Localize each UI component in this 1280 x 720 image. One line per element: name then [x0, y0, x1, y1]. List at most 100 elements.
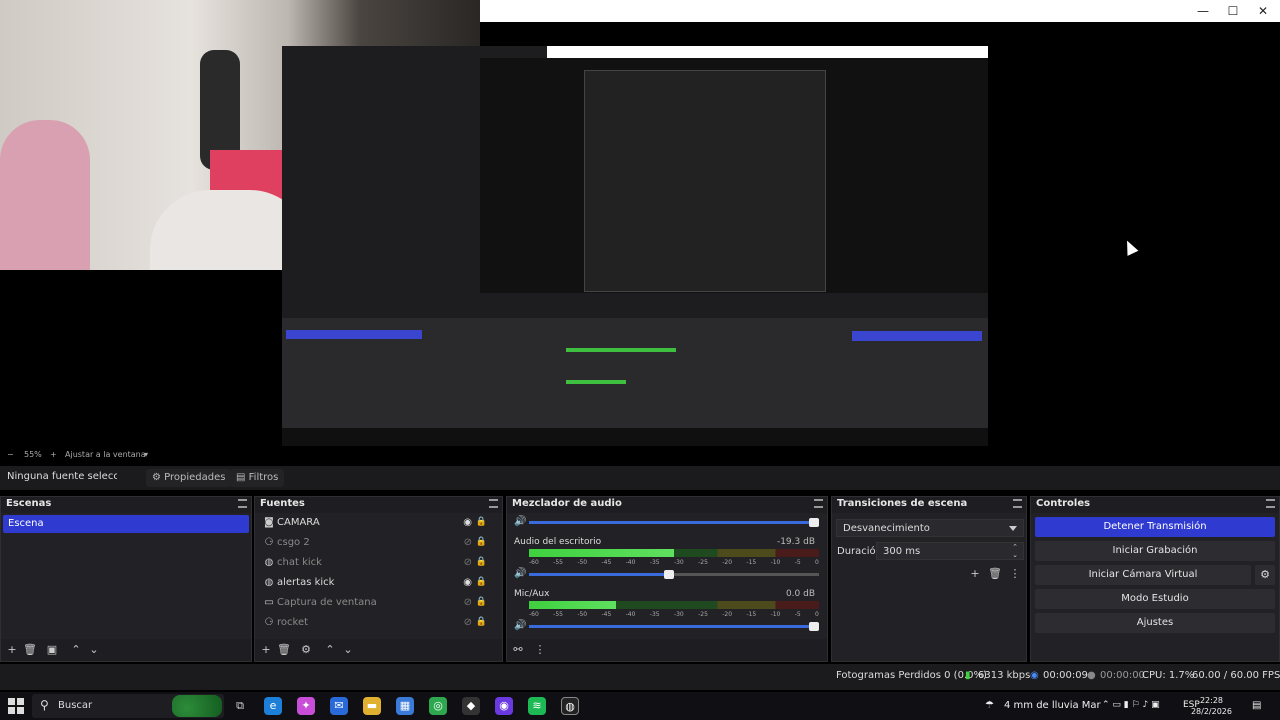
search-highlight-image — [172, 695, 222, 717]
chrome-icon[interactable]: ◎ — [429, 697, 447, 715]
eye-off-icon[interactable]: ⊘ — [464, 557, 472, 568]
source-row[interactable]: ⚆ csgo 2 ⊘ 🔒 — [255, 533, 502, 553]
lock-icon[interactable]: 🔒 — [476, 597, 487, 607]
more-menu-icon[interactable]: ⋮ — [533, 643, 547, 657]
volume-slider[interactable] — [529, 570, 819, 579]
properties-button[interactable]: ⚙ Propiedades — [146, 469, 232, 487]
outlook-icon[interactable]: ✉ — [330, 697, 348, 715]
tray-icons[interactable]: ⌃ ▭ ▮ ⚐ ♪ ▣ — [1102, 700, 1160, 710]
trash-icon[interactable]: 🗑 — [277, 643, 291, 657]
maximize-button[interactable]: ☐ — [1225, 3, 1241, 19]
zoom-dropdown-icon[interactable]: ▾ — [144, 450, 148, 459]
more-menu-icon[interactable]: ⋮ — [1008, 567, 1022, 581]
mixer-channel: Mic/Aux 0.0 dB -60 -55 -50 -45 -40 -35 -30 -25 -20… — [507, 587, 827, 639]
lock-icon[interactable]: 🔒 — [476, 617, 487, 627]
start-recording-button[interactable]: Iniciar Grabación — [1035, 541, 1275, 561]
filters-button[interactable]: ▤ Filtros — [230, 469, 285, 487]
copilot-icon[interactable]: ✦ — [297, 697, 315, 715]
notification-icon[interactable]: ▤ — [1252, 700, 1261, 711]
add-icon[interactable]: + — [259, 643, 273, 657]
filters-label: Filtros — [248, 472, 279, 483]
zoom-out-button[interactable]: − — [7, 450, 14, 459]
scenes-header: Escenas — [1, 497, 251, 513]
dock-menu-icon[interactable] — [814, 499, 823, 508]
virtual-camera-settings-gear-icon[interactable]: ⚙ — [1255, 565, 1275, 585]
filter-icon[interactable]: ▣ — [45, 643, 59, 657]
app-icon[interactable]: ◆ — [462, 697, 480, 715]
obs-icon[interactable]: ◍ — [561, 697, 579, 715]
clock[interactable]: 22:28 28/2/2026 — [1191, 695, 1232, 717]
slider-knob[interactable] — [809, 518, 819, 527]
discord-icon[interactable]: ◉ — [495, 697, 513, 715]
slider-knob[interactable] — [664, 570, 674, 579]
duration-input[interactable]: 300 ms ⌃ ⌄ — [876, 542, 1024, 560]
eye-icon[interactable]: ◉ — [463, 517, 472, 528]
source-row[interactable]: ⚆ rocket ⊘ 🔒 — [255, 613, 502, 633]
lock-icon[interactable]: 🔒 — [476, 577, 487, 587]
slider-knob[interactable] — [809, 622, 819, 631]
trash-icon[interactable]: 🗑 — [988, 567, 1002, 581]
stop-stream-button[interactable]: Detener Transmisión — [1035, 517, 1275, 537]
taskbar-search[interactable]: ⚲ Buscar — [32, 694, 224, 718]
task-view-icon[interactable]: ⧉ — [231, 697, 249, 715]
dock-menu-icon[interactable] — [1013, 499, 1022, 508]
studio-mode-button[interactable]: Modo Estudio — [1035, 589, 1275, 609]
source-row[interactable]: ◙ CAMARA ◉ 🔒 — [255, 513, 502, 533]
lock-icon[interactable]: 🔒 — [476, 557, 487, 567]
scene-item[interactable]: Escena — [3, 515, 249, 533]
source-row[interactable]: ◍ chat kick ⊘ 🔒 — [255, 553, 502, 573]
store-icon[interactable]: ▦ — [396, 697, 414, 715]
scale-label: -30 — [673, 611, 684, 618]
minimize-button[interactable]: — — [1195, 3, 1211, 19]
speaker-icon[interactable]: 🔊 — [514, 516, 526, 527]
move-up-icon[interactable]: ⌃ — [323, 643, 337, 657]
settings-button[interactable]: Ajustes — [1035, 613, 1275, 633]
gear-icon[interactable]: ⚙ — [299, 643, 313, 657]
dock-menu-icon[interactable] — [489, 499, 498, 508]
window-titlebar: — ☐ ✕ — [480, 0, 1280, 22]
cpu-usage: CPU: 1.7% — [1142, 670, 1195, 681]
source-row[interactable]: ◍ alertas kick ◉ 🔒 — [255, 573, 502, 593]
eye-icon[interactable]: ◉ — [463, 577, 472, 588]
transition-select[interactable]: Desvanecimiento — [836, 519, 1024, 537]
trash-icon[interactable]: 🗑 — [23, 643, 37, 657]
spotify-icon[interactable]: ≋ — [528, 697, 546, 715]
mixer-title: Mezclador de audio — [512, 498, 622, 509]
channel-db: -19.3 dB — [776, 537, 815, 547]
nested-obs-window — [584, 70, 826, 292]
meter-scale: -60-55-50-45-40-35-30-25-20-15-10-50 — [529, 513, 819, 514]
fit-window-button[interactable]: Ajustar a la ventana — [65, 450, 146, 459]
dock-menu-icon[interactable] — [1266, 499, 1275, 508]
windows-start-icon[interactable] — [8, 698, 24, 714]
move-down-icon[interactable]: ⌄ — [87, 643, 101, 657]
move-down-icon[interactable]: ⌄ — [341, 643, 355, 657]
start-virtual-camera-button[interactable]: Iniciar Cámara Virtual — [1035, 565, 1251, 585]
add-icon[interactable]: + — [968, 567, 982, 581]
source-row[interactable]: ▭ Captura de ventana ⊘ 🔒 — [255, 593, 502, 613]
move-up-icon[interactable]: ⌃ — [69, 643, 83, 657]
volume-slider[interactable] — [529, 622, 819, 631]
add-icon[interactable]: + — [5, 643, 19, 657]
spinner-icon[interactable]: ⌃ ⌄ — [1012, 543, 1018, 559]
zoom-in-button[interactable]: + — [50, 450, 57, 459]
volume-slider[interactable] — [529, 518, 819, 527]
eye-off-icon[interactable]: ⊘ — [464, 617, 472, 628]
close-button[interactable]: ✕ — [1255, 3, 1271, 19]
lock-icon[interactable]: 🔒 — [476, 517, 487, 527]
date: 28/2/2026 — [1190, 707, 1232, 716]
program-preview[interactable] — [282, 46, 988, 446]
speaker-icon[interactable]: 🔊 — [514, 620, 526, 631]
source-label: CAMARA — [277, 517, 320, 528]
eye-off-icon[interactable]: ⊘ — [464, 537, 472, 548]
zoom-bar: − 55% + Ajustar a la ventana ▾ — [0, 448, 1280, 462]
weather-text[interactable]: 4 mm de lluvia Mar — [1004, 700, 1101, 711]
link-icon[interactable]: ⚯ — [511, 643, 525, 657]
lock-icon[interactable]: 🔒 — [476, 537, 487, 547]
edge-icon[interactable]: e — [264, 697, 282, 715]
speaker-icon[interactable]: 🔊 — [514, 568, 526, 579]
eye-off-icon[interactable]: ⊘ — [464, 597, 472, 608]
dock-menu-icon[interactable] — [238, 499, 247, 508]
scale-label: -45 — [601, 559, 612, 566]
file-explorer-icon[interactable]: ▬ — [363, 697, 381, 715]
sources-title: Fuentes — [260, 498, 305, 509]
